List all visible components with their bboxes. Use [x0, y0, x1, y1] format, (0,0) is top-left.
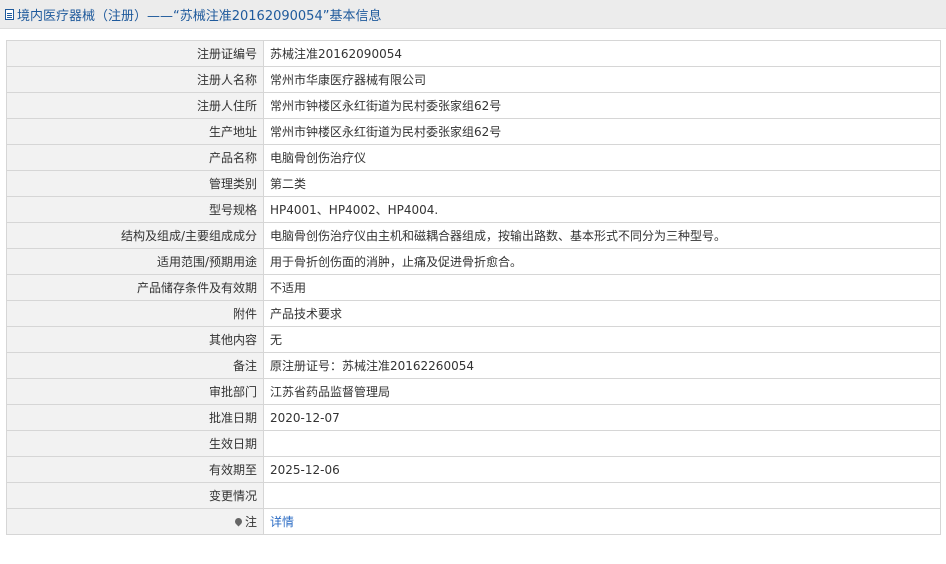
page-header: 境内医疗器械（注册）——“苏械注准20162090054”基本信息 — [0, 0, 946, 29]
row-value: 无 — [263, 326, 941, 353]
row-value: 2020-12-07 — [263, 404, 941, 431]
row-label: 结构及组成/主要组成成分 — [6, 222, 264, 249]
row-label: 型号规格 — [6, 196, 264, 223]
table-row: 注册证编号 苏械注准20162090054 — [6, 40, 941, 67]
row-value — [263, 430, 941, 457]
row-value: 2025-12-06 — [263, 456, 941, 483]
table-row: 型号规格 HP4001、HP4002、HP4004. — [6, 196, 941, 223]
row-label: 管理类别 — [6, 170, 264, 197]
row-label: 生产地址 — [6, 118, 264, 145]
row-value: 江苏省药品监督管理局 — [263, 378, 941, 405]
registration-info-table: 注册证编号 苏械注准20162090054 注册人名称 常州市华康医疗器械有限公… — [6, 40, 941, 535]
note-label-text: 注 — [244, 515, 257, 529]
row-value: 常州市钟楼区永红街道为民村委张家组62号 — [263, 118, 941, 145]
table-row: 变更情况 — [6, 482, 941, 509]
row-label: 注册人住所 — [6, 92, 264, 119]
table-row: 其他内容 无 — [6, 326, 941, 353]
row-label: 审批部门 — [6, 378, 264, 405]
page-title: 境内医疗器械（注册）——“苏械注准20162090054”基本信息 — [17, 8, 382, 24]
row-label: 生效日期 — [6, 430, 264, 457]
row-value: 产品技术要求 — [263, 300, 941, 327]
details-link[interactable]: 详情 — [270, 515, 294, 529]
table-row: 批准日期 2020-12-07 — [6, 404, 941, 431]
document-icon — [5, 8, 14, 20]
row-label: 注册人名称 — [6, 66, 264, 93]
row-value: 苏械注准20162090054 — [263, 40, 941, 67]
note-label-cell: 注 — [6, 508, 264, 535]
note-value-cell: 详情 — [263, 508, 941, 535]
row-label: 产品名称 — [6, 144, 264, 171]
row-label: 备注 — [6, 352, 264, 379]
note-row: 注 详情 — [6, 508, 941, 535]
table-row: 注册人名称 常州市华康医疗器械有限公司 — [6, 66, 941, 93]
row-label: 产品储存条件及有效期 — [6, 274, 264, 301]
row-value: 原注册证号：苏械注准20162260054 — [263, 352, 941, 379]
table-row: 注册人住所 常州市钟楼区永红街道为民村委张家组62号 — [6, 92, 941, 119]
table-row: 产品储存条件及有效期 不适用 — [6, 274, 941, 301]
note-label: 注 — [233, 513, 257, 530]
pin-icon — [233, 516, 244, 527]
row-value: 用于骨折创伤面的消肿，止痛及促进骨折愈合。 — [263, 248, 941, 275]
table-row: 生产地址 常州市钟楼区永红街道为民村委张家组62号 — [6, 118, 941, 145]
table-row: 生效日期 — [6, 430, 941, 457]
row-label: 其他内容 — [6, 326, 264, 353]
row-value: 电脑骨创伤治疗仪由主机和磁耦合器组成，按输出路数、基本形式不同分为三种型号。 — [263, 222, 941, 249]
row-label: 变更情况 — [6, 482, 264, 509]
row-value: HP4001、HP4002、HP4004. — [263, 196, 941, 223]
row-value: 常州市华康医疗器械有限公司 — [263, 66, 941, 93]
table-row: 有效期至 2025-12-06 — [6, 456, 941, 483]
table-row: 备注 原注册证号：苏械注准20162260054 — [6, 352, 941, 379]
table-row: 结构及组成/主要组成成分 电脑骨创伤治疗仪由主机和磁耦合器组成，按输出路数、基本… — [6, 222, 941, 249]
row-label: 注册证编号 — [6, 40, 264, 67]
row-label: 批准日期 — [6, 404, 264, 431]
row-label: 附件 — [6, 300, 264, 327]
row-value — [263, 482, 941, 509]
table-row: 附件 产品技术要求 — [6, 300, 941, 327]
row-label: 适用范围/预期用途 — [6, 248, 264, 275]
table-row: 适用范围/预期用途 用于骨折创伤面的消肿，止痛及促进骨折愈合。 — [6, 248, 941, 275]
table-row: 审批部门 江苏省药品监督管理局 — [6, 378, 941, 405]
row-value: 常州市钟楼区永红街道为民村委张家组62号 — [263, 92, 941, 119]
row-value: 不适用 — [263, 274, 941, 301]
table-row: 管理类别 第二类 — [6, 170, 941, 197]
row-value: 第二类 — [263, 170, 941, 197]
row-label: 有效期至 — [6, 456, 264, 483]
row-value: 电脑骨创伤治疗仪 — [263, 144, 941, 171]
table-row: 产品名称 电脑骨创伤治疗仪 — [6, 144, 941, 171]
